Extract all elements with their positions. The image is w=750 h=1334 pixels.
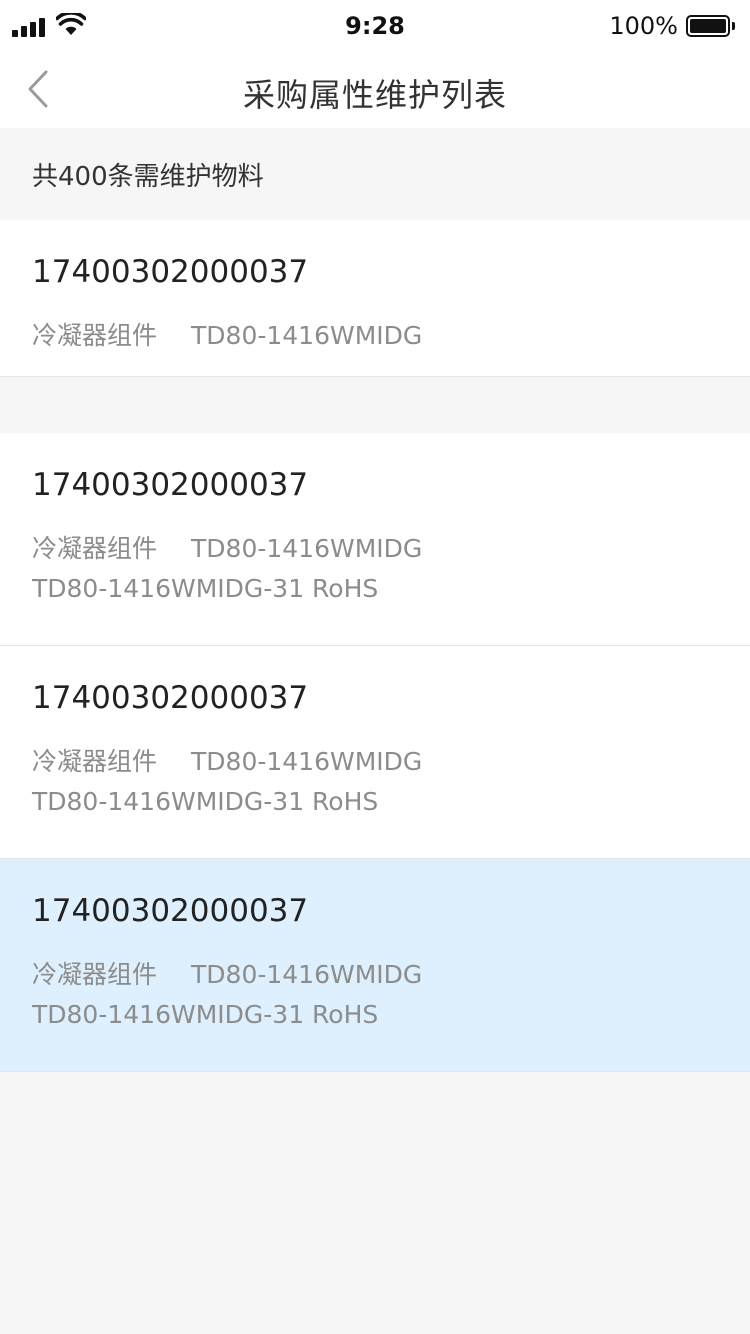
material-name: 冷凝器组件 (32, 534, 158, 563)
battery-percent: 100% (609, 12, 678, 40)
summary-bar: 共400条需维护物料 (0, 128, 750, 220)
material-code: 17400302000037 (32, 893, 309, 929)
material-code: 17400302000037 (32, 467, 309, 503)
material-name: 冷凝器组件 (32, 321, 158, 350)
list-item-selected[interactable]: 17400302000037 冷凝器组件 TD80-1416WMIDG TD80-… (0, 859, 750, 1072)
material-spec: TD80-1416WMIDG-31 RoHS (32, 1000, 379, 1029)
nav-bar: 采购属性维护列表 (0, 56, 750, 128)
page-title: 采购属性维护列表 (242, 76, 507, 114)
material-name-line: 冷凝器组件 TD80-1416WMIDG (32, 742, 422, 778)
material-spec: TD80-1416WMIDG-31 RoHS (32, 787, 379, 816)
battery-icon (686, 15, 736, 39)
list-item[interactable]: 17400302000037 冷凝器组件 TD80-1416WMIDG (0, 220, 750, 377)
material-model: TD80-1416WMIDG (191, 747, 423, 776)
material-model: TD80-1416WMIDG (191, 321, 423, 350)
page: 9:28 100% 采购属性维护列表 共400条需维护物料 1740030200… (0, 0, 750, 1334)
material-name: 冷凝器组件 (32, 747, 158, 776)
material-name-line: 冷凝器组件 TD80-1416WMIDG (32, 316, 422, 352)
material-code: 17400302000037 (32, 680, 309, 716)
material-name-line: 冷凝器组件 TD80-1416WMIDG (32, 529, 422, 565)
list-item[interactable]: 17400302000037 冷凝器组件 TD80-1416WMIDG TD80-… (0, 646, 750, 859)
material-code: 17400302000037 (32, 254, 309, 290)
material-spec: TD80-1416WMIDG-31 RoHS (32, 574, 379, 603)
material-model: TD80-1416WMIDG (191, 534, 423, 563)
summary-count-text: 共400条需维护物料 (32, 162, 264, 192)
material-name: 冷凝器组件 (32, 960, 158, 989)
material-model: TD80-1416WMIDG (191, 960, 423, 989)
list-item[interactable]: 17400302000037 冷凝器组件 TD80-1416WMIDG TD80-… (0, 433, 750, 646)
status-bar: 9:28 100% (0, 0, 750, 56)
material-name-line: 冷凝器组件 TD80-1416WMIDG (32, 955, 422, 991)
